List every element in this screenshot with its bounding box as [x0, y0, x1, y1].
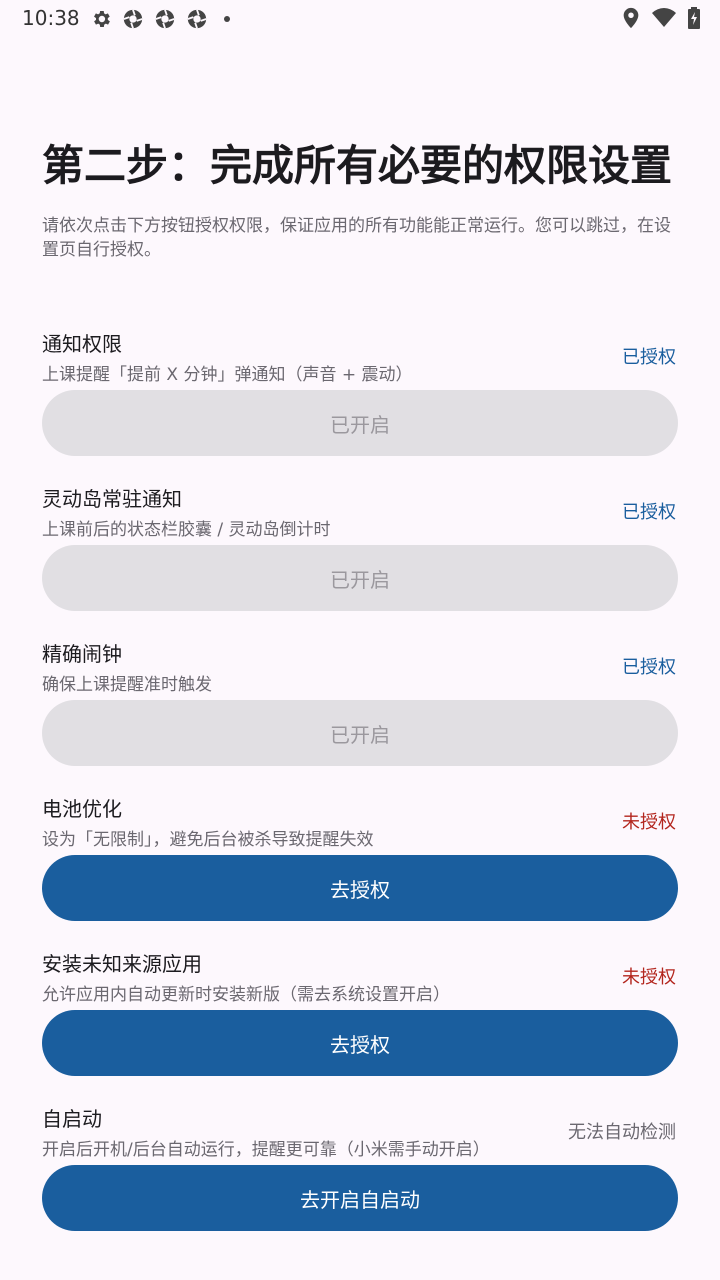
aperture-icon [123, 9, 143, 29]
permission-name: 精确闹钟 [42, 642, 122, 666]
permission-item-unknown-sources: 安装未知来源应用 允许应用内自动更新时安装新版（需去系统设置开启） 未授权 去授… [42, 948, 678, 1098]
permission-status: 已授权 [622, 502, 676, 523]
system-icons [622, 7, 700, 29]
page-subtitle: 请依次点击下方按钮授权权限，保证应用的所有功能能正常运行。您可以跳过，在设置页自… [42, 216, 671, 260]
enable-autostart-button[interactable]: 去开启自启动 [42, 1165, 678, 1231]
permission-enabled-button: 已开启 [42, 700, 678, 766]
grant-battery-button[interactable]: 去授权 [42, 855, 678, 921]
permission-desc: 上课前后的状态栏胶囊 / 灵动岛倒计时 [42, 520, 331, 540]
permission-desc: 上课提醒「提前 X 分钟」弹通知（声音 + 震动） [42, 365, 413, 385]
permission-desc: 确保上课提醒准时触发 [42, 675, 212, 695]
aperture-icon [187, 9, 207, 29]
page-title: 第二步：完成所有必要的权限设置 [42, 141, 673, 190]
more-notifications-dot [224, 16, 230, 22]
permission-item-autostart: 自启动 开启后开机/后台自动运行，提醒更可靠（小米需手动开启） 无法自动检测 去… [42, 1103, 678, 1253]
permission-name: 自启动 [42, 1107, 102, 1131]
location-icon [623, 7, 639, 29]
permission-name: 通知权限 [42, 332, 122, 356]
permission-item-exact-alarm: 精确闹钟 确保上课提醒准时触发 已授权 已开启 [42, 638, 678, 788]
status-time: 10:38 [22, 6, 80, 30]
aperture-icon [155, 9, 175, 29]
permission-name: 电池优化 [42, 797, 122, 821]
permission-status: 未授权 [622, 812, 676, 833]
wifi-icon [652, 8, 676, 27]
permission-enabled-button: 已开启 [42, 545, 678, 611]
permission-desc: 设为「无限制」，避免后台被杀导致提醒失效 [42, 830, 374, 850]
permission-status: 已授权 [622, 657, 676, 678]
permission-desc: 允许应用内自动更新时安装新版（需去系统设置开启） [42, 985, 450, 1005]
permission-name: 灵动岛常驻通知 [42, 487, 182, 511]
permission-status: 已授权 [622, 347, 676, 368]
battery-icon [688, 7, 700, 29]
notification-icons [90, 8, 230, 30]
gear-icon [94, 11, 110, 27]
permission-status: 无法自动检测 [568, 1122, 676, 1143]
permission-name: 安装未知来源应用 [42, 952, 202, 976]
permission-item-dynamic-island: 灵动岛常驻通知 上课前后的状态栏胶囊 / 灵动岛倒计时 已授权 已开启 [42, 483, 678, 633]
permission-enabled-button: 已开启 [42, 390, 678, 456]
status-bar: 10:38 [0, 0, 720, 36]
permission-status: 未授权 [622, 967, 676, 988]
permission-item-battery-optimization: 电池优化 设为「无限制」，避免后台被杀导致提醒失效 未授权 去授权 [42, 793, 678, 943]
permission-item-notification: 通知权限 上课提醒「提前 X 分钟」弹通知（声音 + 震动） 已授权 已开启 [42, 328, 678, 478]
grant-install-button[interactable]: 去授权 [42, 1010, 678, 1076]
permission-desc: 开启后开机/后台自动运行，提醒更可靠（小米需手动开启） [42, 1140, 490, 1160]
